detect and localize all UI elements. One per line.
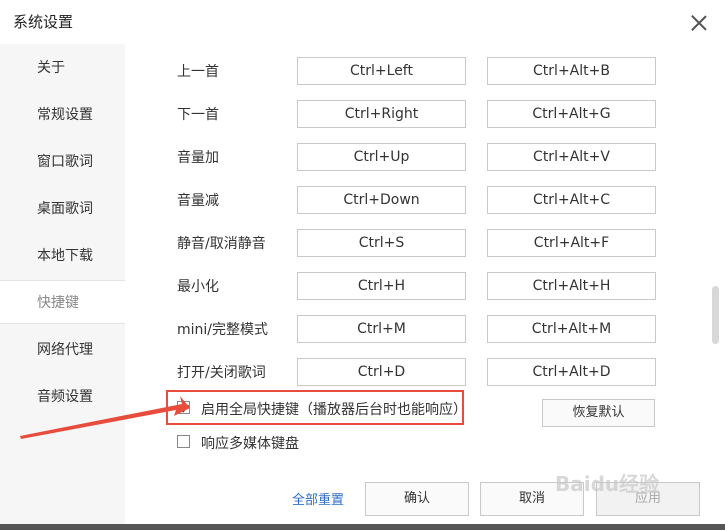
global-key-mute[interactable]: Ctrl+Alt+F [487, 229, 656, 257]
shortcut-key-vol-down[interactable]: Ctrl+Down [297, 186, 466, 214]
ok-button[interactable]: 确认 [365, 482, 469, 516]
close-icon[interactable] [688, 12, 710, 34]
shortcut-key-next[interactable]: Ctrl+Right [297, 100, 466, 128]
shortcut-key-minimize[interactable]: Ctrl+H [297, 272, 466, 300]
shortcut-key-prev[interactable]: Ctrl+Left [297, 57, 466, 85]
settings-dialog: 系统设置 关于 常规设置 窗口歌词 桌面歌词 本地下载 快捷键 网络代理 音频设… [0, 0, 725, 530]
shortcut-label-lyrics: 打开/关闭歌词 [177, 365, 266, 381]
global-key-mini-mode[interactable]: Ctrl+Alt+M [487, 315, 656, 343]
global-key-next[interactable]: Ctrl+Alt+G [487, 100, 656, 128]
watermark: Baidu经验 [555, 472, 660, 496]
global-key-lyrics[interactable]: Ctrl+Alt+D [487, 358, 656, 386]
global-key-prev[interactable]: Ctrl+Alt+B [487, 57, 656, 85]
shortcut-label-mini-mode: mini/完整模式 [177, 322, 269, 338]
global-key-vol-up[interactable]: Ctrl+Alt+V [487, 143, 656, 171]
global-key-minimize[interactable]: Ctrl+Alt+H [487, 272, 656, 300]
shortcut-key-mute[interactable]: Ctrl+S [297, 229, 466, 257]
global-key-vol-down[interactable]: Ctrl+Alt+C [487, 186, 656, 214]
shortcut-key-mini-mode[interactable]: Ctrl+M [297, 315, 466, 343]
shortcut-label-mute: 静音/取消静音 [177, 236, 266, 252]
background-strip [0, 524, 725, 530]
annotation-highlight-box [166, 390, 464, 425]
annotation-arrow-icon [20, 396, 190, 439]
shortcut-key-lyrics[interactable]: Ctrl+D [297, 358, 466, 386]
media-keyboard-label: 响应多媒体键盘 [201, 436, 299, 452]
reset-all-link[interactable]: 全部重置 [292, 489, 344, 508]
shortcut-key-vol-up[interactable]: Ctrl+Up [297, 143, 466, 171]
restore-default-button[interactable]: 恢复默认 [542, 399, 655, 427]
scrollbar-thumb[interactable] [712, 286, 719, 344]
